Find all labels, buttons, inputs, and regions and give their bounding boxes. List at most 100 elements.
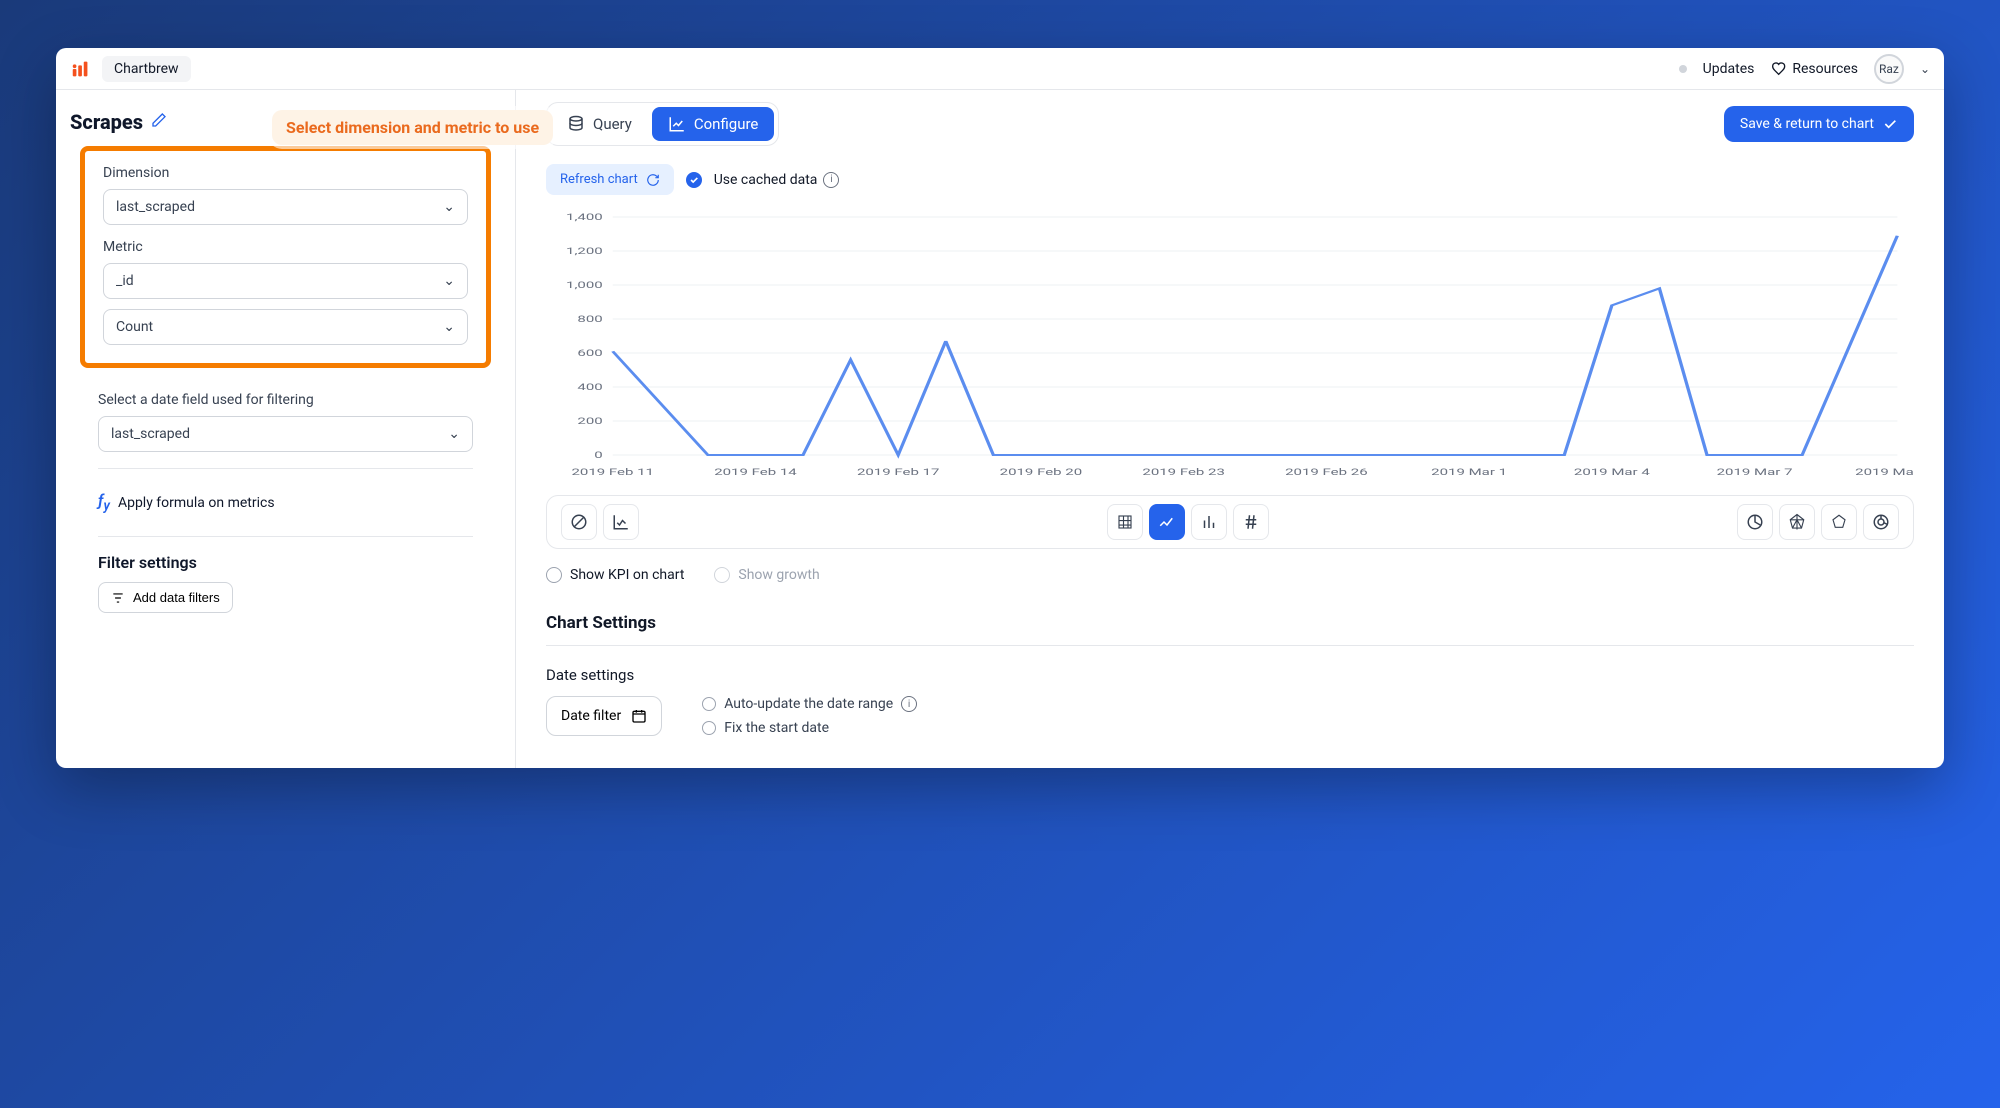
refresh-chart-button[interactable]: Refresh chart	[546, 164, 674, 195]
resources-label: Resources	[1792, 61, 1858, 77]
fix-start-label: Fix the start date	[724, 720, 829, 736]
svg-text:2019 Feb 26: 2019 Feb 26	[1285, 468, 1368, 478]
svg-text:600: 600	[577, 349, 602, 359]
date-settings-title: Date settings	[546, 666, 1914, 684]
no-chart-button[interactable]	[561, 504, 597, 540]
pie-chart-button[interactable]	[1737, 504, 1773, 540]
chevron-down-icon: ⌄	[443, 273, 455, 289]
pie-icon	[1746, 513, 1764, 531]
apply-formula-label: Apply formula on metrics	[118, 495, 275, 511]
user-avatar[interactable]: Raz	[1874, 54, 1904, 84]
use-cached-label: Use cached data	[714, 172, 818, 188]
apply-formula-button[interactable]: ƒy Apply formula on metrics	[98, 485, 473, 520]
main-panel: Query Configure Save & return to chart R…	[516, 90, 1944, 768]
bar-chart-icon	[1200, 513, 1218, 531]
metric-field-value: _id	[116, 273, 134, 289]
query-tab[interactable]: Query	[551, 107, 648, 141]
dimension-select[interactable]: last_scraped ⌄	[103, 189, 468, 225]
date-filter-button[interactable]: Date filter	[546, 696, 662, 736]
auto-update-label: Auto-update the date range	[724, 696, 893, 712]
bar-chart-button[interactable]	[1191, 504, 1227, 540]
chevron-down-icon: ⌄	[443, 199, 455, 215]
svg-text:2019 Mar 7: 2019 Mar 7	[1717, 468, 1793, 478]
filter-icon	[111, 591, 125, 605]
line-chart-icon	[1158, 513, 1176, 531]
chart-settings-title: Chart Settings	[546, 613, 1914, 646]
refresh-chart-label: Refresh chart	[560, 172, 638, 187]
filter-settings-title: Filter settings	[98, 553, 473, 572]
dimension-value: last_scraped	[116, 199, 195, 215]
number-button[interactable]	[1233, 504, 1269, 540]
line-chart-button[interactable]	[1149, 504, 1185, 540]
metric-agg-value: Count	[116, 319, 153, 335]
breadcrumb-app-name[interactable]: Chartbrew	[102, 56, 191, 82]
svg-text:2019 Feb 20: 2019 Feb 20	[1000, 468, 1083, 478]
line-chart: 02004006008001,0001,2001,4002019 Feb 112…	[546, 211, 1914, 481]
chevron-down-icon: ⌄	[448, 426, 460, 442]
callout-tooltip: Select dimension and metric to use	[272, 110, 553, 145]
svg-text:1,000: 1,000	[566, 281, 603, 291]
chart-preview: 02004006008001,0001,2001,4002019 Feb 112…	[546, 211, 1914, 485]
save-return-button[interactable]: Save & return to chart	[1724, 106, 1914, 142]
add-data-filters-button[interactable]: Add data filters	[98, 582, 233, 613]
edit-title-button[interactable]	[151, 112, 167, 132]
metric-agg-select[interactable]: Count ⌄	[103, 309, 468, 345]
trend-icon	[612, 513, 630, 531]
heart-icon	[1770, 61, 1786, 77]
date-field-select[interactable]: last_scraped ⌄	[98, 416, 473, 452]
query-tab-label: Query	[593, 115, 632, 133]
pencil-icon	[151, 112, 167, 128]
use-cached-checkbox[interactable]	[686, 172, 702, 188]
auto-update-checkbox[interactable]	[702, 697, 716, 711]
polar-icon	[1830, 513, 1848, 531]
fix-start-checkbox[interactable]	[702, 721, 716, 735]
show-growth-checkbox[interactable]	[714, 567, 730, 583]
divider	[98, 468, 473, 469]
divider	[98, 536, 473, 537]
save-return-label: Save & return to chart	[1740, 116, 1874, 132]
date-filter-label: Date filter	[561, 708, 621, 724]
date-field-label: Select a date field used for filtering	[98, 392, 473, 408]
fx-icon: ƒy	[98, 491, 110, 514]
updates-indicator-dot	[1679, 65, 1687, 73]
app-window: Chartbrew Updates Resources Raz ⌄ Select…	[56, 48, 1944, 768]
show-kpi-label: Show KPI on chart	[570, 567, 684, 583]
table-icon	[1116, 513, 1134, 531]
updates-link[interactable]: Updates	[1703, 61, 1755, 77]
svg-text:2019 Feb 17: 2019 Feb 17	[857, 468, 940, 478]
mode-segment: Query Configure	[546, 102, 779, 146]
check-icon	[1882, 116, 1898, 132]
svg-text:400: 400	[577, 383, 602, 393]
configure-tab[interactable]: Configure	[652, 107, 775, 141]
info-icon[interactable]: i	[823, 172, 839, 188]
show-growth-label: Show growth	[738, 567, 819, 583]
chart-controls-bar	[546, 495, 1914, 549]
radar-chart-button[interactable]	[1779, 504, 1815, 540]
dataset-title: Scrapes	[70, 110, 143, 134]
date-field-value: last_scraped	[111, 426, 190, 442]
info-icon[interactable]: i	[901, 696, 917, 712]
svg-text:1,200: 1,200	[566, 247, 603, 257]
refresh-icon	[646, 173, 660, 187]
check-icon	[689, 175, 699, 185]
database-icon	[567, 115, 585, 133]
svg-text:200: 200	[577, 417, 602, 427]
add-data-filters-label: Add data filters	[133, 590, 220, 605]
configure-tab-label: Configure	[694, 115, 759, 133]
trend-chart-button[interactable]	[603, 504, 639, 540]
svg-text:2019 Mar 1: 2019 Mar 1	[1431, 468, 1507, 478]
topbar: Chartbrew Updates Resources Raz ⌄	[56, 48, 1944, 90]
svg-text:800: 800	[577, 315, 602, 325]
resources-link[interactable]: Resources	[1770, 61, 1858, 77]
chart-icon	[668, 115, 686, 133]
polar-chart-button[interactable]	[1821, 504, 1857, 540]
table-chart-button[interactable]	[1107, 504, 1143, 540]
metric-field-select[interactable]: _id ⌄	[103, 263, 468, 299]
dimension-label: Dimension	[103, 165, 468, 181]
doughnut-icon	[1872, 513, 1890, 531]
user-menu-chevron-icon[interactable]: ⌄	[1920, 62, 1930, 76]
svg-text:2019 Mar 10: 2019 Mar 10	[1855, 468, 1914, 478]
doughnut-chart-button[interactable]	[1863, 504, 1899, 540]
svg-text:0: 0	[594, 451, 602, 461]
show-kpi-checkbox[interactable]	[546, 567, 562, 583]
